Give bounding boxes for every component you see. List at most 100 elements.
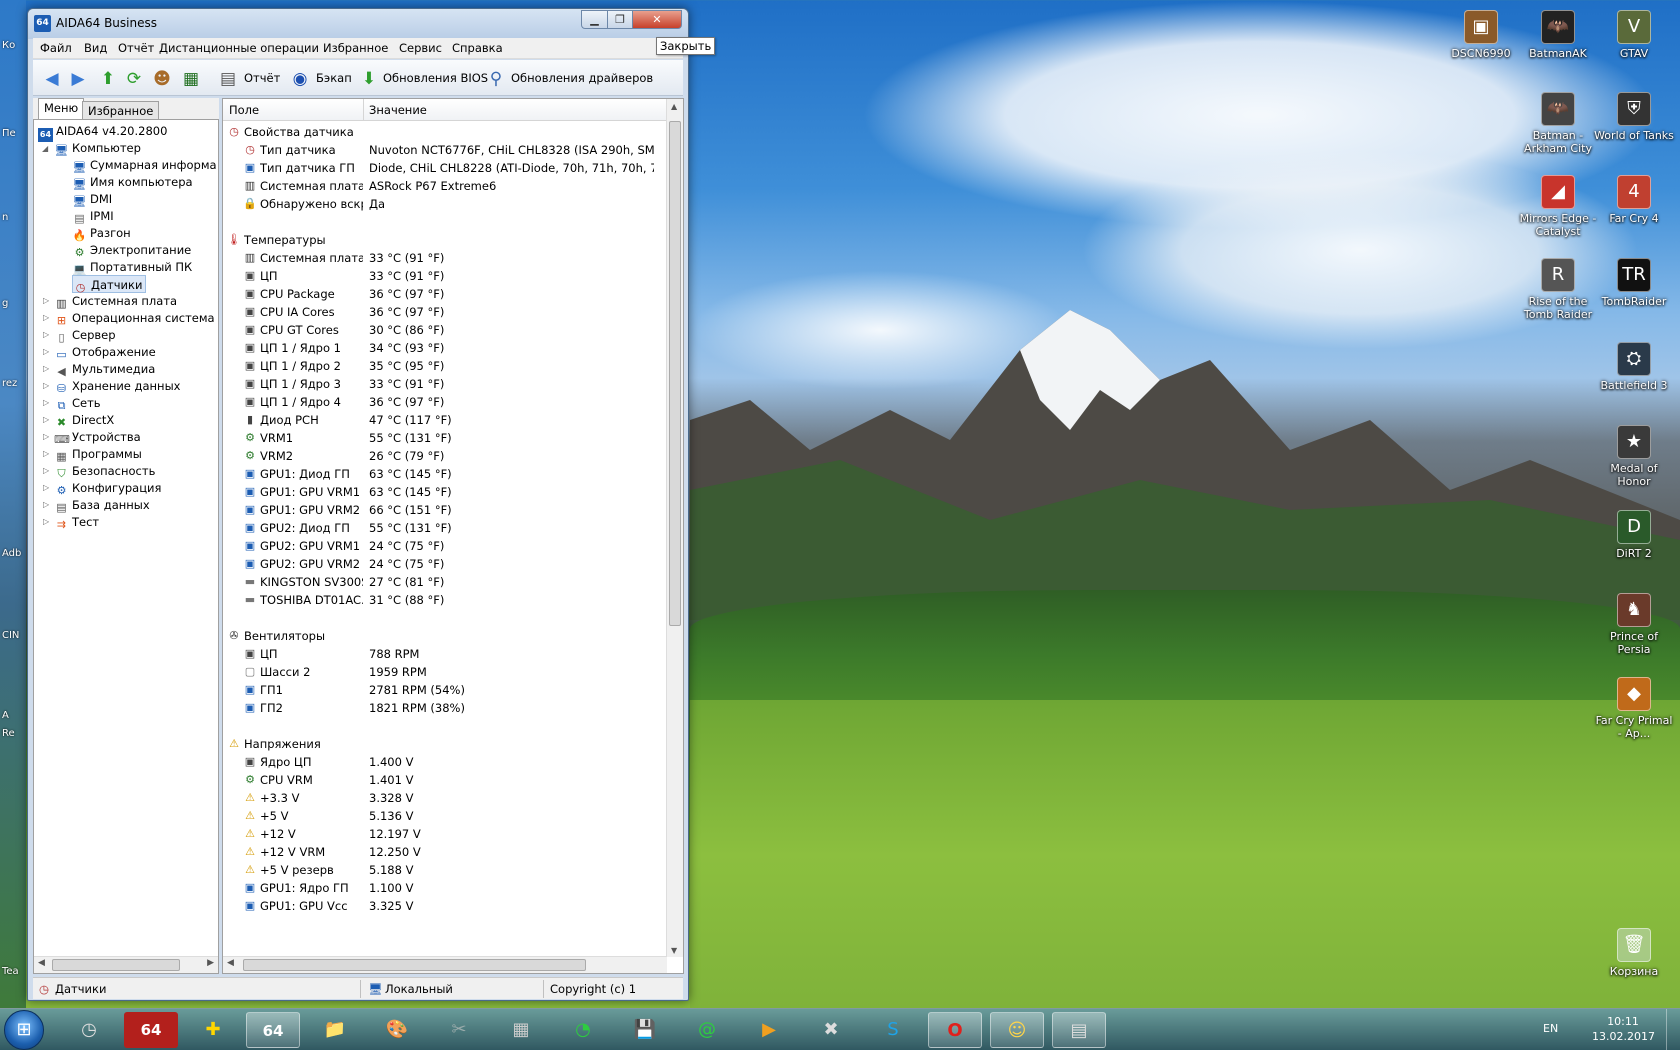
sensor-row[interactable]: ▮ Диод PCH 47 °C (117 °F) — [223, 411, 663, 429]
sensor-row[interactable]: ⚙ CPU VRM 1.401 V — [223, 771, 663, 789]
menu-report[interactable]: Отчёт — [118, 41, 154, 55]
taskbar-aida-sensor-icon[interactable]: ◷ — [62, 1012, 116, 1048]
sensor-row[interactable]: ▣ GPU2: GPU VRM2 24 °C (75 °F) — [223, 555, 663, 573]
expand-arrow-icon[interactable]: ▷ — [43, 445, 49, 463]
sensor-row[interactable]: ⚠ +12 V 12.197 V — [223, 825, 663, 843]
taskbar-mail-icon[interactable]: @ — [680, 1012, 734, 1048]
backup-icon[interactable]: ◉ — [289, 68, 311, 90]
taskbar-window-icon[interactable]: ▤ — [1052, 1012, 1106, 1048]
backup-button-label[interactable]: Бэкап — [316, 71, 352, 85]
scroll-right-icon[interactable]: ▶ — [207, 958, 214, 968]
taskbar-paint-icon[interactable]: 🎨 — [370, 1012, 424, 1048]
desktop-icon[interactable]: 4 Far Cry 4 — [1593, 175, 1675, 225]
scroll-thumb[interactable] — [243, 959, 586, 971]
tree-os[interactable]: ⊞ Операционная система — [54, 309, 215, 327]
sensor-row[interactable]: ▬ TOSHIBA DT01AC... 31 °C (88 °F) — [223, 591, 663, 609]
tree-security[interactable]: ⛉ Безопасность — [54, 462, 155, 480]
minimize-button[interactable]: ▁ — [581, 10, 608, 29]
report-icon[interactable]: ▤ — [217, 68, 239, 90]
sensor-row[interactable]: ⚠ +3.3 V 3.328 V — [223, 789, 663, 807]
expand-arrow-icon[interactable]: ▷ — [43, 343, 49, 361]
sensor-row[interactable]: ▣ GPU1: GPU VRM2 66 °C (151 °F) — [223, 501, 663, 519]
sensor-row[interactable]: ▣ ГП2 1821 RPM (38%) — [223, 699, 663, 717]
sensor-row[interactable]: ▣ ЦП 1 / Ядро 3 33 °C (91 °F) — [223, 375, 663, 393]
desktop-icon[interactable]: TR TombRaider — [1593, 258, 1675, 308]
sensor-row[interactable]: ▣ ЦП 1 / Ядро 1 34 °C (93 °F) — [223, 339, 663, 357]
language-indicator[interactable]: EN — [1543, 1022, 1558, 1035]
tree-item-computer-name[interactable]: 🖥 Имя компьютера — [72, 173, 193, 191]
start-button[interactable]: ⊞ — [4, 1010, 44, 1050]
menu-remote[interactable]: Дистанционные операции — [159, 41, 319, 55]
sensor-row[interactable]: ▣ ЦП 33 °C (91 °F) — [223, 267, 663, 285]
sensor-row[interactable]: 🔒Обнаружено вскр... Да — [223, 195, 663, 213]
sensor-row[interactable]: ▣ Тип датчика ГП Diode, CHiL CHL8228 (ATI-… — [223, 159, 663, 177]
refresh-icon[interactable]: ⟳ — [123, 68, 145, 90]
tree-item-summary[interactable]: 🖥 Суммарная информа — [72, 156, 217, 174]
sensor-row[interactable]: ▣ ЦП 1 / Ядро 2 35 °C (95 °F) — [223, 357, 663, 375]
menu-service[interactable]: Сервис — [399, 41, 442, 55]
scroll-left-icon[interactable]: ◀ — [227, 958, 234, 968]
clock[interactable]: 10:11 13.02.2017 — [1592, 1014, 1655, 1044]
sensor-row[interactable]: ▣ GPU1: GPU Vcc 3.325 V — [223, 897, 663, 915]
sensor-row[interactable]: ▣ GPU1: Ядро ГП 1.100 V — [223, 879, 663, 897]
tree-item-laptop[interactable]: 💻 Портативный ПК — [72, 258, 193, 276]
sensor-row[interactable]: ⚠ +5 V резерв 5.188 V — [223, 861, 663, 879]
monitor-icon[interactable]: ▦ — [180, 68, 202, 90]
expand-arrow-icon[interactable]: ▷ — [43, 377, 49, 395]
sensor-row[interactable]: ▣ GPU1: GPU VRM1 63 °C (145 °F) — [223, 483, 663, 501]
tree-root[interactable]: 64 AIDA64 v4.20.2800 — [38, 122, 167, 142]
taskbar-smiley-icon[interactable]: ☺ — [990, 1012, 1044, 1048]
sensor-row[interactable]: ▢ Шасси 2 1959 RPM — [223, 663, 663, 681]
title-bar[interactable]: 64 AIDA64 Business ▁ ❐ ✕ — [28, 9, 688, 39]
sensor-row[interactable]: ▣ CPU GT Cores 30 °C (86 °F) — [223, 321, 663, 339]
tree-benchmark[interactable]: ⇉ Тест — [54, 513, 99, 531]
sensor-row[interactable]: ▣ Ядро ЦП 1.400 V — [223, 753, 663, 771]
users-icon[interactable]: ☻ — [151, 68, 173, 90]
tree-devices[interactable]: ⌨ Устройства — [54, 428, 141, 446]
desktop-icon[interactable]: ◢ Mirrors Edge - Catalyst — [1517, 175, 1599, 238]
desktop-icon[interactable]: ⛨ World of Tanks — [1593, 92, 1675, 142]
sensor-row[interactable]: ▣ ГП1 2781 RPM (54%) — [223, 681, 663, 699]
tree-horizontal-scrollbar[interactable]: ◀ ▶ — [34, 956, 218, 973]
desktop-icon[interactable]: 🦇 Batman - Arkham City — [1517, 92, 1599, 155]
sensor-row[interactable]: ▥ Системная плата 33 °C (91 °F) — [223, 249, 663, 267]
scroll-thumb[interactable] — [669, 121, 681, 626]
taskbar-plus-icon[interactable]: ✚ — [186, 1012, 240, 1048]
scroll-left-icon[interactable]: ◀ — [38, 958, 45, 968]
column-header-field[interactable]: Поле — [229, 103, 259, 117]
magnifier-icon[interactable]: ⚲ — [485, 68, 507, 90]
taskbar-green-app-icon[interactable]: ◔ — [556, 1012, 610, 1048]
sensor-row[interactable]: ▣ GPU2: Диод ГП 55 °C (131 °F) — [223, 519, 663, 537]
menu-help[interactable]: Справка — [452, 41, 503, 55]
sensor-row[interactable]: ▣ CPU IA Cores 36 °C (97 °F) — [223, 303, 663, 321]
forward-arrow-icon[interactable]: ▶ — [67, 68, 89, 90]
close-button[interactable]: ✕ — [632, 10, 682, 29]
sensor-row[interactable]: ⚠ +5 V 5.136 V — [223, 807, 663, 825]
sensor-row[interactable]: ▣ ЦП 1 / Ядро 4 36 °C (97 °F) — [223, 393, 663, 411]
sensor-row[interactable]: ▬ KINGSTON SV300S... 27 °C (81 °F) — [223, 573, 663, 591]
tree-item-overclock[interactable]: 🔥 Разгон — [72, 224, 131, 242]
desktop-icon[interactable]: 🦇 BatmanAK — [1517, 10, 1599, 60]
scroll-up-icon[interactable]: ▲ — [671, 102, 677, 111]
bios-update-button-label[interactable]: Обновления BIOS — [383, 71, 488, 85]
scroll-thumb[interactable] — [52, 959, 180, 971]
menu-favorites[interactable]: Избранное — [323, 41, 388, 55]
desktop-icon[interactable]: V GTAV — [1593, 10, 1675, 60]
tree-item-power[interactable]: ⚙ Электропитание — [72, 241, 192, 259]
tree-server[interactable]: ▯ Сервер — [54, 326, 115, 344]
desktop-icon[interactable]: ★ Medal of Honor — [1593, 425, 1675, 488]
download-arrow-icon[interactable]: ⬇ — [358, 68, 380, 90]
tree-display[interactable]: ▭ Отображение — [54, 343, 155, 361]
desktop-icon[interactable]: 🗑 Корзина — [1593, 928, 1675, 978]
sensor-row[interactable]: ▣ GPU2: GPU VRM1 24 °C (75 °F) — [223, 537, 663, 555]
taskbar-opera-icon[interactable]: O — [928, 1012, 982, 1048]
taskbar-calculator-icon[interactable]: ▦ — [494, 1012, 548, 1048]
taskbar-aida64-business-icon[interactable]: 64 — [246, 1012, 300, 1048]
column-divider[interactable] — [363, 99, 364, 121]
expand-arrow-icon[interactable]: ▷ — [43, 479, 49, 497]
taskbar-settings-icon[interactable]: ✖ — [804, 1012, 858, 1048]
maximize-button[interactable]: ❐ — [607, 10, 633, 29]
tree-multimedia[interactable]: ◀ Мультимедиа — [54, 360, 155, 378]
list-vertical-scrollbar[interactable]: ▲ ▼ — [666, 99, 683, 957]
expand-arrow-icon[interactable]: ▷ — [43, 326, 49, 344]
